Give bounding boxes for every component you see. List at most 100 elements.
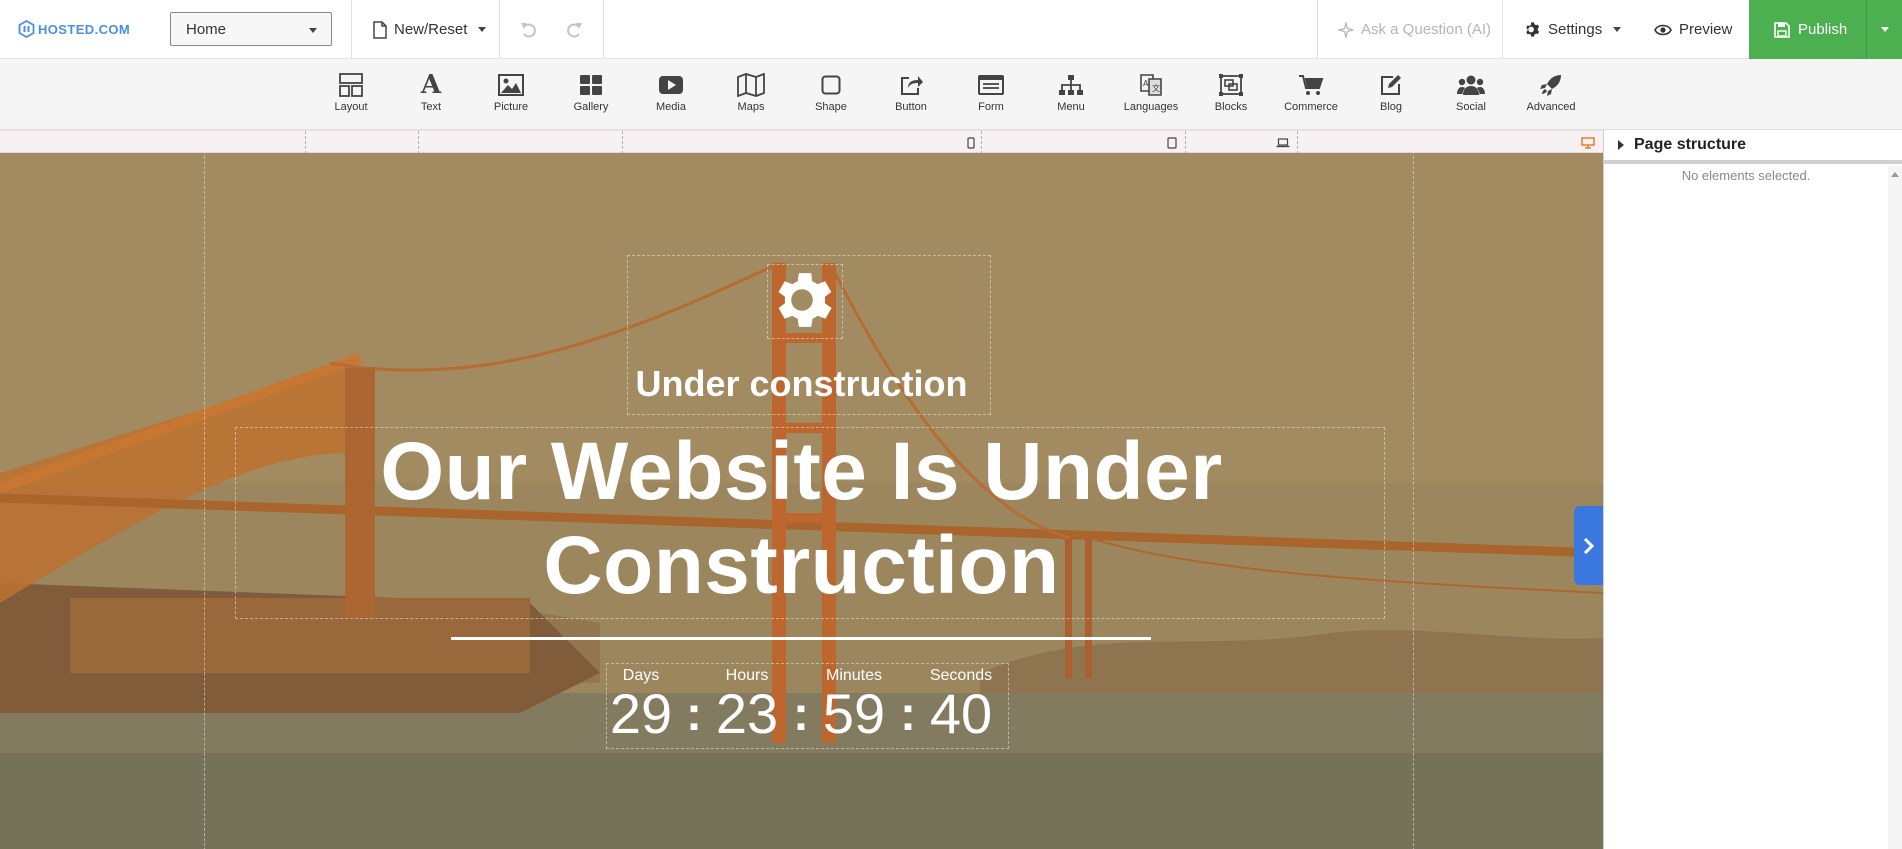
countdown-separator: : bbox=[793, 688, 809, 741]
widget-social[interactable]: Social bbox=[1431, 59, 1511, 129]
widget-maps[interactable]: Maps bbox=[711, 59, 791, 129]
gear-icon bbox=[778, 273, 832, 327]
page-select-value: Home bbox=[186, 20, 227, 38]
form-icon bbox=[978, 72, 1004, 98]
gear-icon bbox=[1526, 22, 1540, 37]
widget-languages[interactable]: A文 Languages bbox=[1111, 59, 1191, 129]
desktop-icon[interactable] bbox=[1581, 136, 1595, 149]
widget-label: Button bbox=[895, 101, 927, 113]
save-icon bbox=[1774, 21, 1790, 38]
divider bbox=[1317, 0, 1318, 59]
widget-layout[interactable]: Layout bbox=[311, 59, 391, 129]
caret-right-icon bbox=[1618, 140, 1624, 150]
widget-shape[interactable]: Shape bbox=[791, 59, 871, 129]
preview-label: Preview bbox=[1679, 21, 1733, 38]
editor-canvas[interactable]: Under construction Our Website Is Under … bbox=[0, 130, 1603, 849]
shape-icon bbox=[821, 72, 841, 98]
tablet-icon[interactable] bbox=[1167, 136, 1177, 149]
widget-commerce[interactable]: Commerce bbox=[1271, 59, 1351, 129]
publish-label: Publish bbox=[1798, 21, 1848, 38]
picture-icon bbox=[498, 72, 524, 98]
widget-label: Text bbox=[420, 101, 442, 113]
settings-button[interactable]: Settings bbox=[1524, 0, 1622, 59]
widget-menu[interactable]: Menu bbox=[1031, 59, 1111, 129]
maps-icon bbox=[737, 72, 765, 98]
blog-icon bbox=[1379, 72, 1403, 98]
widget-label: Form bbox=[978, 101, 1004, 113]
widget-label: Social bbox=[1456, 101, 1486, 113]
redo-button[interactable] bbox=[565, 0, 583, 59]
breakpoint-ruler bbox=[0, 130, 1603, 154]
widget-label: Layout bbox=[334, 101, 368, 113]
undo-button[interactable] bbox=[520, 0, 538, 59]
logo[interactable]: HOSTED.COM bbox=[18, 18, 130, 40]
chevron-down-icon bbox=[1880, 27, 1889, 32]
hero-section[interactable]: Under construction Our Website Is Under … bbox=[0, 153, 1603, 849]
divider bbox=[603, 0, 604, 59]
panel-header[interactable]: Page structure bbox=[1604, 130, 1902, 164]
ruler-tick bbox=[305, 131, 306, 154]
scroll-up-icon[interactable] bbox=[1891, 172, 1899, 177]
media-icon bbox=[658, 72, 684, 98]
countdown-timer[interactable]: Days Hours Minutes Seconds 29 : 23 : 59 … bbox=[601, 665, 1001, 745]
rocket-icon bbox=[1539, 72, 1563, 98]
widget-blog[interactable]: Blog bbox=[1351, 59, 1431, 129]
widget-blocks[interactable]: Blocks bbox=[1191, 59, 1271, 129]
top-bar: HOSTED.COM Home New/Reset Ask a Question… bbox=[0, 0, 1902, 59]
blocks-icon bbox=[1218, 72, 1244, 98]
widget-button[interactable]: Button bbox=[871, 59, 951, 129]
gallery-icon bbox=[579, 72, 603, 98]
widget-label: Gallery bbox=[573, 101, 609, 113]
logo-icon bbox=[18, 20, 35, 38]
divider bbox=[351, 0, 352, 59]
countdown-seconds-value: 40 bbox=[929, 682, 993, 745]
ask-ai-label: Ask a Question (AI) bbox=[1361, 21, 1492, 38]
chevron-down-icon bbox=[478, 27, 487, 32]
headline-line-2: Construction bbox=[543, 520, 1060, 611]
headline-line-1: Our Website Is Under bbox=[380, 426, 1223, 517]
publish-button[interactable]: Publish bbox=[1749, 0, 1866, 59]
panel-scrollbar[interactable] bbox=[1888, 166, 1902, 849]
countdown-hours-value: 23 bbox=[715, 682, 779, 745]
panel-toggle-button[interactable] bbox=[1574, 506, 1603, 585]
widget-advanced[interactable]: Advanced bbox=[1511, 59, 1591, 129]
widget-label: Advanced bbox=[1526, 101, 1576, 113]
sparkle-icon bbox=[1338, 21, 1354, 38]
publish-options-button[interactable] bbox=[1867, 0, 1902, 59]
page-headline[interactable]: Our Website Is Under Construction bbox=[300, 425, 1303, 613]
widget-label: Media bbox=[656, 101, 686, 113]
widget-media[interactable]: Media bbox=[631, 59, 711, 129]
chevron-down-icon bbox=[309, 28, 317, 33]
laptop-icon[interactable] bbox=[1276, 136, 1290, 149]
social-icon bbox=[1457, 72, 1485, 98]
widget-gallery[interactable]: Gallery bbox=[551, 59, 631, 129]
page-select[interactable]: Home bbox=[170, 12, 332, 46]
ruler-tick bbox=[981, 131, 982, 154]
widget-label: Commerce bbox=[1284, 101, 1338, 113]
text-icon: A bbox=[420, 70, 442, 100]
preview-button[interactable]: Preview bbox=[1654, 0, 1732, 59]
widget-picture[interactable]: Picture bbox=[471, 59, 551, 129]
widget-label: Blocks bbox=[1214, 101, 1248, 113]
countdown-separator: : bbox=[900, 688, 916, 741]
section-subtitle[interactable]: Under construction bbox=[0, 363, 1603, 405]
widget-text[interactable]: A Text bbox=[391, 59, 471, 129]
widget-label: Languages bbox=[1123, 101, 1179, 113]
layout-icon bbox=[339, 72, 363, 98]
countdown-separator: : bbox=[686, 688, 702, 741]
ruler-tick bbox=[418, 131, 419, 154]
ask-ai-button[interactable]: Ask a Question (AI) bbox=[1338, 0, 1491, 59]
file-icon bbox=[373, 20, 387, 39]
undo-icon bbox=[521, 22, 536, 38]
widget-form[interactable]: Form bbox=[951, 59, 1031, 129]
divider bbox=[499, 0, 500, 59]
divider-line[interactable] bbox=[451, 637, 1151, 640]
phone-icon[interactable] bbox=[967, 136, 975, 149]
menu-icon bbox=[1058, 72, 1084, 98]
svg-text:A: A bbox=[1143, 79, 1149, 88]
svg-text:文: 文 bbox=[1152, 83, 1160, 93]
button-icon bbox=[899, 72, 923, 98]
ruler-tick bbox=[622, 131, 623, 154]
new-reset-button[interactable]: New/Reset bbox=[373, 0, 487, 59]
widget-label: Maps bbox=[737, 101, 765, 113]
